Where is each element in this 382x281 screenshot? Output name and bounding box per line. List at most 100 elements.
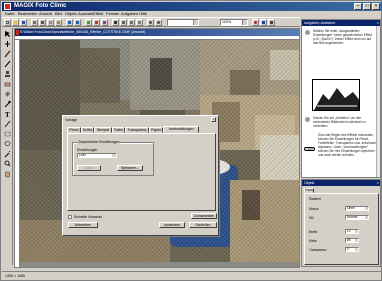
field-label: Modus	[309, 207, 319, 211]
effect-button[interactable]	[101, 19, 108, 26]
eyedropper-tool-icon[interactable]	[4, 100, 11, 108]
haerte-stepper[interactable]: 85	[345, 238, 359, 243]
apply-button[interactable]: Anwenden	[159, 222, 185, 228]
toolbox: T	[2, 28, 13, 265]
eraser-tool-icon[interactable]	[4, 80, 11, 88]
step-bullet-icon	[305, 117, 310, 122]
chevron-down-icon	[242, 20, 247, 25]
zoom-out-button[interactable]	[155, 19, 162, 26]
new-file-button[interactable]	[4, 19, 11, 26]
zoom-select[interactable]: 100%	[220, 19, 248, 26]
task-button[interactable]	[268, 19, 275, 26]
reset-button[interactable]: Zurücksetzen	[191, 213, 217, 219]
pointer-tool-icon[interactable]	[4, 30, 11, 38]
hand-tool-icon[interactable]	[4, 170, 11, 178]
save-settings-button[interactable]: Speichern...	[117, 165, 143, 171]
color-button[interactable]	[93, 19, 100, 26]
app-logo-icon	[4, 3, 11, 10]
save-button[interactable]	[20, 19, 27, 26]
title-bar[interactable]: MAGIX Foto Clinic – □ ×	[2, 2, 382, 11]
main-toolbar: 100%	[2, 17, 300, 27]
document-title-bar[interactable]: E:\Bilder\FotoClinic\Spezialeffekte_0604…	[15, 29, 299, 36]
pencil-tool-icon[interactable]	[4, 60, 11, 68]
status-bar: 1400 × 1080	[2, 271, 382, 281]
selection-tool-icon[interactable]	[4, 130, 11, 138]
paste-button[interactable]	[55, 19, 62, 26]
dialog-close-icon[interactable]: ×	[211, 117, 216, 122]
modus-select[interactable]: Ohne	[345, 206, 369, 211]
wand-tool-icon[interactable]	[4, 150, 11, 158]
step-2-text: Klicken Sie auf „Anbieten" um den veränd…	[313, 116, 366, 128]
copy-button[interactable]	[47, 19, 54, 26]
move-tool-icon[interactable]	[4, 40, 11, 48]
brush-tool-icon[interactable]	[4, 50, 11, 58]
field-label: Härte	[309, 239, 317, 243]
open-file-button[interactable]	[12, 19, 19, 26]
chevron-down-icon	[365, 216, 368, 219]
group-label: Gespeicherte Einstellungen	[77, 140, 121, 144]
maximize-button[interactable]: □	[363, 3, 371, 10]
spin-icon	[355, 230, 358, 233]
stil-select[interactable]: Normal	[345, 215, 369, 220]
line-tool-icon[interactable]	[4, 120, 11, 128]
lasso-tool-icon[interactable]	[4, 140, 11, 148]
object-panel: Objekt × Form Radierer Modus Ohne Stil N…	[301, 179, 381, 267]
quick-preview-checkbox[interactable]	[68, 215, 72, 219]
close-icon[interactable]: ×	[377, 180, 379, 186]
cancel-button[interactable]: Abbrechen	[68, 222, 98, 228]
app-title: MAGIX Foto Clinic	[14, 3, 67, 9]
dialog-title: Vorlage	[65, 118, 78, 122]
text-button[interactable]	[112, 19, 119, 26]
step-badge: 1234	[304, 147, 315, 151]
spin-icon	[355, 248, 358, 251]
panel-scrollbar[interactable]	[376, 26, 380, 177]
zoom-in-button[interactable]	[147, 19, 154, 26]
print-button[interactable]	[31, 19, 38, 26]
zoom-tool-icon[interactable]	[4, 160, 11, 168]
settings-select[interactable]: Leer	[77, 153, 117, 158]
task-assistant-title: Aufgaben-Assistent ×	[302, 20, 380, 26]
step-1-text: Wählen Sie unter „Ausgewählten Einstellu…	[313, 29, 372, 45]
fill-tool-icon[interactable]	[4, 90, 11, 98]
preset-dialog: Vorlage × Pinsel Größe Stempel Farbe Tra…	[62, 115, 219, 236]
saved-settings-group: Gespeicherte Einstellungen Einstellungen…	[72, 140, 154, 176]
undo-button[interactable]	[66, 19, 73, 26]
redo-button[interactable]	[74, 19, 81, 26]
font-select[interactable]	[167, 19, 199, 26]
magix-button[interactable]	[260, 19, 267, 26]
document-window: E:\Bilder\FotoClinic\Spezialeffekte_0604…	[14, 28, 300, 268]
settings-label: Einstellungen	[77, 148, 98, 152]
tab-panel: Gespeicherte Einstellungen Einstellungen…	[67, 133, 216, 211]
load-button[interactable]: Laden	[77, 165, 101, 171]
document-title: E:\Bilder\FotoClinic\Spezialeffekte_0604…	[20, 30, 146, 34]
stamp-tool-icon[interactable]	[4, 70, 11, 78]
minimize-button[interactable]: –	[354, 3, 362, 10]
field-label: Breite	[309, 230, 318, 234]
quick-preview-label: Schnelle Vorschau	[74, 215, 103, 219]
chevron-down-icon	[365, 207, 368, 210]
step-3-text: Sind alle Regler des Effekts vorhanden, …	[318, 133, 376, 157]
field-label: Transparenz	[309, 248, 327, 252]
help-button[interactable]	[252, 19, 259, 26]
spin-icon	[355, 239, 358, 242]
cut-button[interactable]	[39, 19, 46, 26]
rotate-button[interactable]	[128, 19, 135, 26]
chevron-down-icon	[112, 154, 116, 157]
chevron-down-icon	[193, 20, 198, 25]
svg-text:T: T	[5, 111, 10, 118]
resize-button[interactable]	[136, 19, 143, 26]
close-dialog-button[interactable]: Schließen	[189, 222, 217, 228]
breite-stepper[interactable]: 12	[345, 229, 359, 234]
close-button[interactable]: ×	[372, 3, 380, 10]
document-icon	[16, 30, 19, 35]
image-button[interactable]	[85, 19, 92, 26]
transparenz-stepper[interactable]: 0	[345, 247, 359, 252]
object-panel-body: Radierer Modus Ohne Stil Normal Breite 1…	[304, 193, 379, 265]
text-tool-icon[interactable]: T	[4, 110, 11, 119]
crop-button[interactable]	[120, 19, 127, 26]
app-window: MAGIX Foto Clinic – □ × Datei Bearbeiten…	[0, 0, 382, 281]
field-label: Stil	[309, 216, 314, 220]
preview-image	[312, 79, 360, 111]
field-label: Radierer	[309, 197, 322, 201]
tab-voreinstellungen[interactable]: Voreinstellungen	[163, 126, 199, 133]
